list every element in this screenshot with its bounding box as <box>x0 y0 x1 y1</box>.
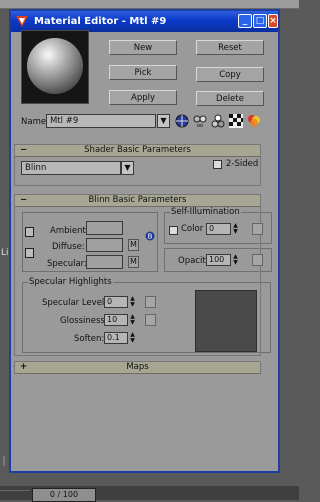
specular-level-label: Specular Level: <box>42 298 108 308</box>
soften-input[interactable]: 0.1 <box>104 332 128 344</box>
blinn-rollout-title: Blinn Basic Parameters <box>88 195 187 205</box>
shader-type-dropdown[interactable]: Blinn <box>21 161 121 175</box>
diffuse-color-swatch[interactable] <box>86 238 123 252</box>
background-viewport-strip <box>0 0 299 9</box>
globe-icon[interactable] <box>175 114 189 128</box>
self-illum-value-input[interactable]: 0 <box>206 223 231 235</box>
shader-rollout-header[interactable]: − Shader Basic Parameters <box>15 145 260 157</box>
highlight-curve-preview <box>195 290 257 352</box>
specular-label: Specular: <box>47 259 87 269</box>
shader-rollout-title: Shader Basic Parameters <box>84 145 191 155</box>
window-title: Material Editor - Mtl #9 <box>34 16 167 27</box>
opacity-input[interactable]: 100 <box>206 254 231 266</box>
name-label: Name <box>21 117 47 127</box>
self-illum-color-checkbox[interactable] <box>169 226 178 235</box>
close-button[interactable]: × <box>268 14 278 28</box>
specular-level-map-button[interactable] <box>145 296 156 308</box>
glossiness-map-button[interactable] <box>145 314 156 326</box>
spinner-icon[interactable]: ▲ ▼ <box>232 223 239 235</box>
maps-rollout-header[interactable]: + Maps <box>15 362 260 374</box>
specular-color-swatch[interactable] <box>86 255 123 269</box>
3dsmax-icon <box>16 16 28 27</box>
maps-panel: + Maps <box>14 361 261 374</box>
diffuse-map-button[interactable]: M <box>128 239 139 251</box>
apply-button[interactable]: Apply <box>109 90 177 105</box>
collapse-icon: − <box>20 195 28 205</box>
spinner-icon[interactable]: ▲ ▼ <box>129 332 136 344</box>
collapse-icon: − <box>20 145 28 155</box>
color-wheel-icon[interactable] <box>247 114 261 128</box>
lock-icon[interactable]: B <box>145 231 155 241</box>
spinner-icon[interactable]: ▲ ▼ <box>232 254 239 266</box>
delete-button[interactable]: Delete <box>196 91 264 106</box>
title-bar[interactable]: Material Editor - Mtl #9 _ □ × <box>11 11 278 32</box>
new-button[interactable]: New <box>109 40 177 55</box>
material-tree-icon[interactable] <box>193 114 207 128</box>
glossiness-label: Glossiness: <box>60 316 108 326</box>
soften-label: Soften: <box>74 334 105 344</box>
sample-sphere <box>27 38 83 94</box>
specular-map-button[interactable]: M <box>128 256 139 268</box>
background-side-marker: Li <box>1 248 9 258</box>
material-sample-slot[interactable] <box>21 30 89 104</box>
diffuse-label: Diffuse: <box>52 242 85 252</box>
specular-highlights-title: Specular Highlights <box>28 277 113 287</box>
chevron-down-icon[interactable]: ▼ <box>157 114 170 128</box>
spinner-icon[interactable]: ▲ ▼ <box>129 314 136 326</box>
checker-icon[interactable] <box>229 114 243 128</box>
reset-button[interactable]: Reset <box>196 40 264 55</box>
two-sided-label: 2-Sided <box>226 159 259 169</box>
two-sided-checkbox[interactable] <box>213 160 222 169</box>
lock-ambient-diffuse-icon[interactable] <box>25 227 34 237</box>
ambient-label: Ambient: <box>50 226 89 236</box>
chevron-down-icon[interactable]: ▼ <box>121 161 134 175</box>
material-name-input[interactable]: Mtl #9 <box>46 114 156 128</box>
maps-rollout-title: Maps <box>126 362 149 372</box>
blinn-rollout-header[interactable]: − Blinn Basic Parameters <box>15 195 260 207</box>
background-tick <box>3 456 5 466</box>
expand-icon: + <box>20 362 28 372</box>
lock-diffuse-specular-icon[interactable] <box>25 248 34 258</box>
material-tree-icon-2[interactable] <box>211 114 225 128</box>
status-divider <box>0 490 30 491</box>
specular-level-input[interactable]: 0 <box>104 296 128 308</box>
self-illum-color-label: Color <box>181 224 204 234</box>
self-illum-map-button[interactable] <box>252 223 263 235</box>
opacity-map-button[interactable] <box>252 254 263 266</box>
maximize-icon: □ <box>255 16 265 26</box>
copy-button[interactable]: Copy <box>196 67 264 82</box>
minimize-button[interactable]: _ <box>238 14 252 28</box>
svg-text:B: B <box>148 233 153 241</box>
maximize-button[interactable]: □ <box>253 14 267 28</box>
glossiness-input[interactable]: 10 <box>104 314 128 326</box>
ambient-color-swatch[interactable] <box>86 221 123 235</box>
minimize-icon: _ <box>242 16 248 26</box>
close-icon: × <box>269 16 277 26</box>
self-illumination-title: Self-Illumination <box>170 207 241 217</box>
pick-button[interactable]: Pick <box>109 65 177 80</box>
spinner-icon[interactable]: ▲ ▼ <box>129 296 136 308</box>
